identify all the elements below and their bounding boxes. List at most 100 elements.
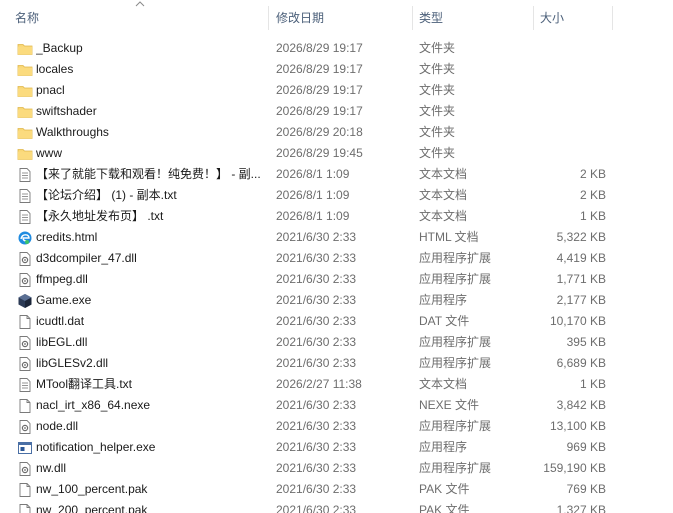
dll-file-icon: [17, 272, 33, 288]
blank-file-icon: [17, 503, 33, 513]
file-name[interactable]: node.dll: [36, 416, 268, 437]
file-row[interactable]: credits.html 2021/6/30 2:33 HTML 文档 5,322 K…: [0, 227, 673, 248]
file-size: 13,100 KB: [549, 419, 606, 433]
file-name[interactable]: swiftshader: [36, 101, 268, 122]
file-modified-date: 2026/8/29 20:18: [276, 125, 363, 139]
file-row[interactable]: Walkthroughs 2026/8/29 20:18 文件夹: [0, 122, 673, 143]
text-file-icon: [17, 377, 33, 393]
file-row[interactable]: node.dll 2021/6/30 2:33 应用程序扩展 13,100 KB: [0, 416, 673, 437]
file-name[interactable]: pnacl: [36, 80, 268, 101]
column-header-date[interactable]: 修改日期: [276, 0, 324, 36]
file-name[interactable]: ffmpeg.dll: [36, 269, 268, 290]
file-size: 159,190 KB: [543, 461, 606, 475]
file-name[interactable]: icudtl.dat: [36, 311, 268, 332]
file-row[interactable]: 【论坛介绍】 (1) - 副本.txt 2026/8/1 1:09 文本文档 2 KB: [0, 185, 673, 206]
file-row[interactable]: d3dcompiler_47.dll 2021/6/30 2:33 应用程序扩展 4,…: [0, 248, 673, 269]
file-type: 应用程序: [419, 440, 468, 454]
file-row[interactable]: icudtl.dat 2021/6/30 2:33 DAT 文件 10,170 KB: [0, 311, 673, 332]
file-size: 3,842 KB: [556, 398, 606, 412]
file-name[interactable]: www: [36, 143, 268, 164]
column-divider[interactable]: [612, 6, 613, 30]
file-modified-date: 2021/6/30 2:33: [276, 230, 357, 244]
file-name[interactable]: d3dcompiler_47.dll: [36, 248, 268, 269]
file-name[interactable]: _Backup: [36, 38, 268, 59]
file-modified-date: 2026/8/29 19:17: [276, 41, 363, 55]
column-header-name[interactable]: 名称: [15, 0, 39, 36]
file-name[interactable]: 【论坛介绍】 (1) - 副本.txt: [36, 185, 268, 206]
file-row[interactable]: ffmpeg.dll 2021/6/30 2:33 应用程序扩展 1,771 KB: [0, 269, 673, 290]
file-name[interactable]: libEGL.dll: [36, 332, 268, 353]
file-name[interactable]: credits.html: [36, 227, 268, 248]
file-type: 文件夹: [419, 62, 456, 76]
file-type: 应用程序扩展: [419, 419, 492, 433]
text-file-icon: [17, 209, 33, 225]
file-name[interactable]: Game.exe: [36, 290, 268, 311]
file-modified-date: 2026/8/29 19:45: [276, 146, 363, 160]
folder-icon: [17, 41, 33, 57]
folder-icon: [17, 83, 33, 99]
folder-icon: [17, 146, 33, 162]
column-divider[interactable]: [533, 6, 534, 30]
file-name[interactable]: 【来了就能下载和观看！纯免费！】 - 副...: [36, 164, 268, 185]
file-row[interactable]: MTool翻译工具.txt 2026/2/27 11:38 文本文档 1 KB: [0, 374, 673, 395]
file-name[interactable]: libGLESv2.dll: [36, 353, 268, 374]
vertical-scrollbar[interactable]: [665, 0, 673, 513]
file-type: 文件夹: [419, 104, 456, 118]
file-row[interactable]: _Backup 2026/8/29 19:17 文件夹: [0, 38, 673, 59]
file-type: 应用程序扩展: [419, 461, 492, 475]
file-row[interactable]: swiftshader 2026/8/29 19:17 文件夹: [0, 101, 673, 122]
file-row[interactable]: pnacl 2026/8/29 19:17 文件夹: [0, 80, 673, 101]
file-modified-date: 2026/8/29 19:17: [276, 104, 363, 118]
file-size: 10,170 KB: [549, 314, 606, 328]
file-modified-date: 2021/6/30 2:33: [276, 293, 357, 307]
file-modified-date: 2021/6/30 2:33: [276, 356, 357, 370]
file-modified-date: 2021/6/30 2:33: [276, 335, 357, 349]
file-name[interactable]: Walkthroughs: [36, 122, 268, 143]
file-size: 1 KB: [579, 209, 606, 223]
column-header-size[interactable]: 大小: [540, 0, 564, 36]
file-type: 文件夹: [419, 125, 456, 139]
file-type: 应用程序扩展: [419, 251, 492, 265]
file-name[interactable]: nw.dll: [36, 458, 268, 479]
file-name[interactable]: nacl_irt_x86_64.nexe: [36, 395, 268, 416]
file-row[interactable]: nw_200_percent.pak 2021/6/30 2:33 PAK 文件 1,…: [0, 500, 673, 513]
file-type: 应用程序扩展: [419, 272, 492, 286]
file-row[interactable]: 【来了就能下载和观看！纯免费！】 - 副... 2026/8/1 1:09 文本文档…: [0, 164, 673, 185]
file-type: PAK 文件: [419, 503, 470, 513]
file-size: 769 KB: [566, 482, 606, 496]
file-type: HTML 文档: [419, 230, 479, 244]
game-exe-icon: [17, 293, 33, 309]
file-name[interactable]: notification_helper.exe: [36, 437, 268, 458]
file-row[interactable]: notification_helper.exe 2021/6/30 2:33 应用程…: [0, 437, 673, 458]
file-name[interactable]: locales: [36, 59, 268, 80]
edge-html-icon: [17, 230, 33, 246]
file-name[interactable]: 【永久地址发布页】 .txt: [36, 206, 268, 227]
file-name[interactable]: MTool翻译工具.txt: [36, 374, 268, 395]
file-row[interactable]: locales 2026/8/29 19:17 文件夹: [0, 59, 673, 80]
file-size: 4,419 KB: [556, 251, 606, 265]
file-type: 文件夹: [419, 83, 456, 97]
file-size: 5,322 KB: [556, 230, 606, 244]
file-row[interactable]: libEGL.dll 2021/6/30 2:33 应用程序扩展 395 KB: [0, 332, 673, 353]
file-row[interactable]: Game.exe 2021/6/30 2:33 应用程序 2,177 KB: [0, 290, 673, 311]
column-header-type[interactable]: 类型: [419, 0, 443, 36]
column-divider[interactable]: [268, 6, 269, 30]
file-row[interactable]: libGLESv2.dll 2021/6/30 2:33 应用程序扩展 6,689 K…: [0, 353, 673, 374]
file-row[interactable]: nw_100_percent.pak 2021/6/30 2:33 PAK 文件 76…: [0, 479, 673, 500]
text-file-icon: [17, 188, 33, 204]
file-row[interactable]: 【永久地址发布页】 .txt 2026/8/1 1:09 文本文档 1 KB: [0, 206, 673, 227]
file-type: DAT 文件: [419, 314, 470, 328]
file-row[interactable]: nacl_irt_x86_64.nexe 2021/6/30 2:33 NEXE 文…: [0, 395, 673, 416]
file-type: 文件夹: [419, 146, 456, 160]
file-modified-date: 2026/8/1 1:09: [276, 209, 350, 223]
file-name[interactable]: nw_200_percent.pak: [36, 500, 268, 513]
file-modified-date: 2021/6/30 2:33: [276, 440, 357, 454]
blank-file-icon: [17, 398, 33, 414]
file-modified-date: 2021/6/30 2:33: [276, 503, 357, 513]
file-modified-date: 2021/6/30 2:33: [276, 419, 357, 433]
file-row[interactable]: nw.dll 2021/6/30 2:33 应用程序扩展 159,190 KB: [0, 458, 673, 479]
file-row[interactable]: www 2026/8/29 19:45 文件夹: [0, 143, 673, 164]
column-divider[interactable]: [412, 6, 413, 30]
file-name[interactable]: nw_100_percent.pak: [36, 479, 268, 500]
file-type: PAK 文件: [419, 482, 470, 496]
